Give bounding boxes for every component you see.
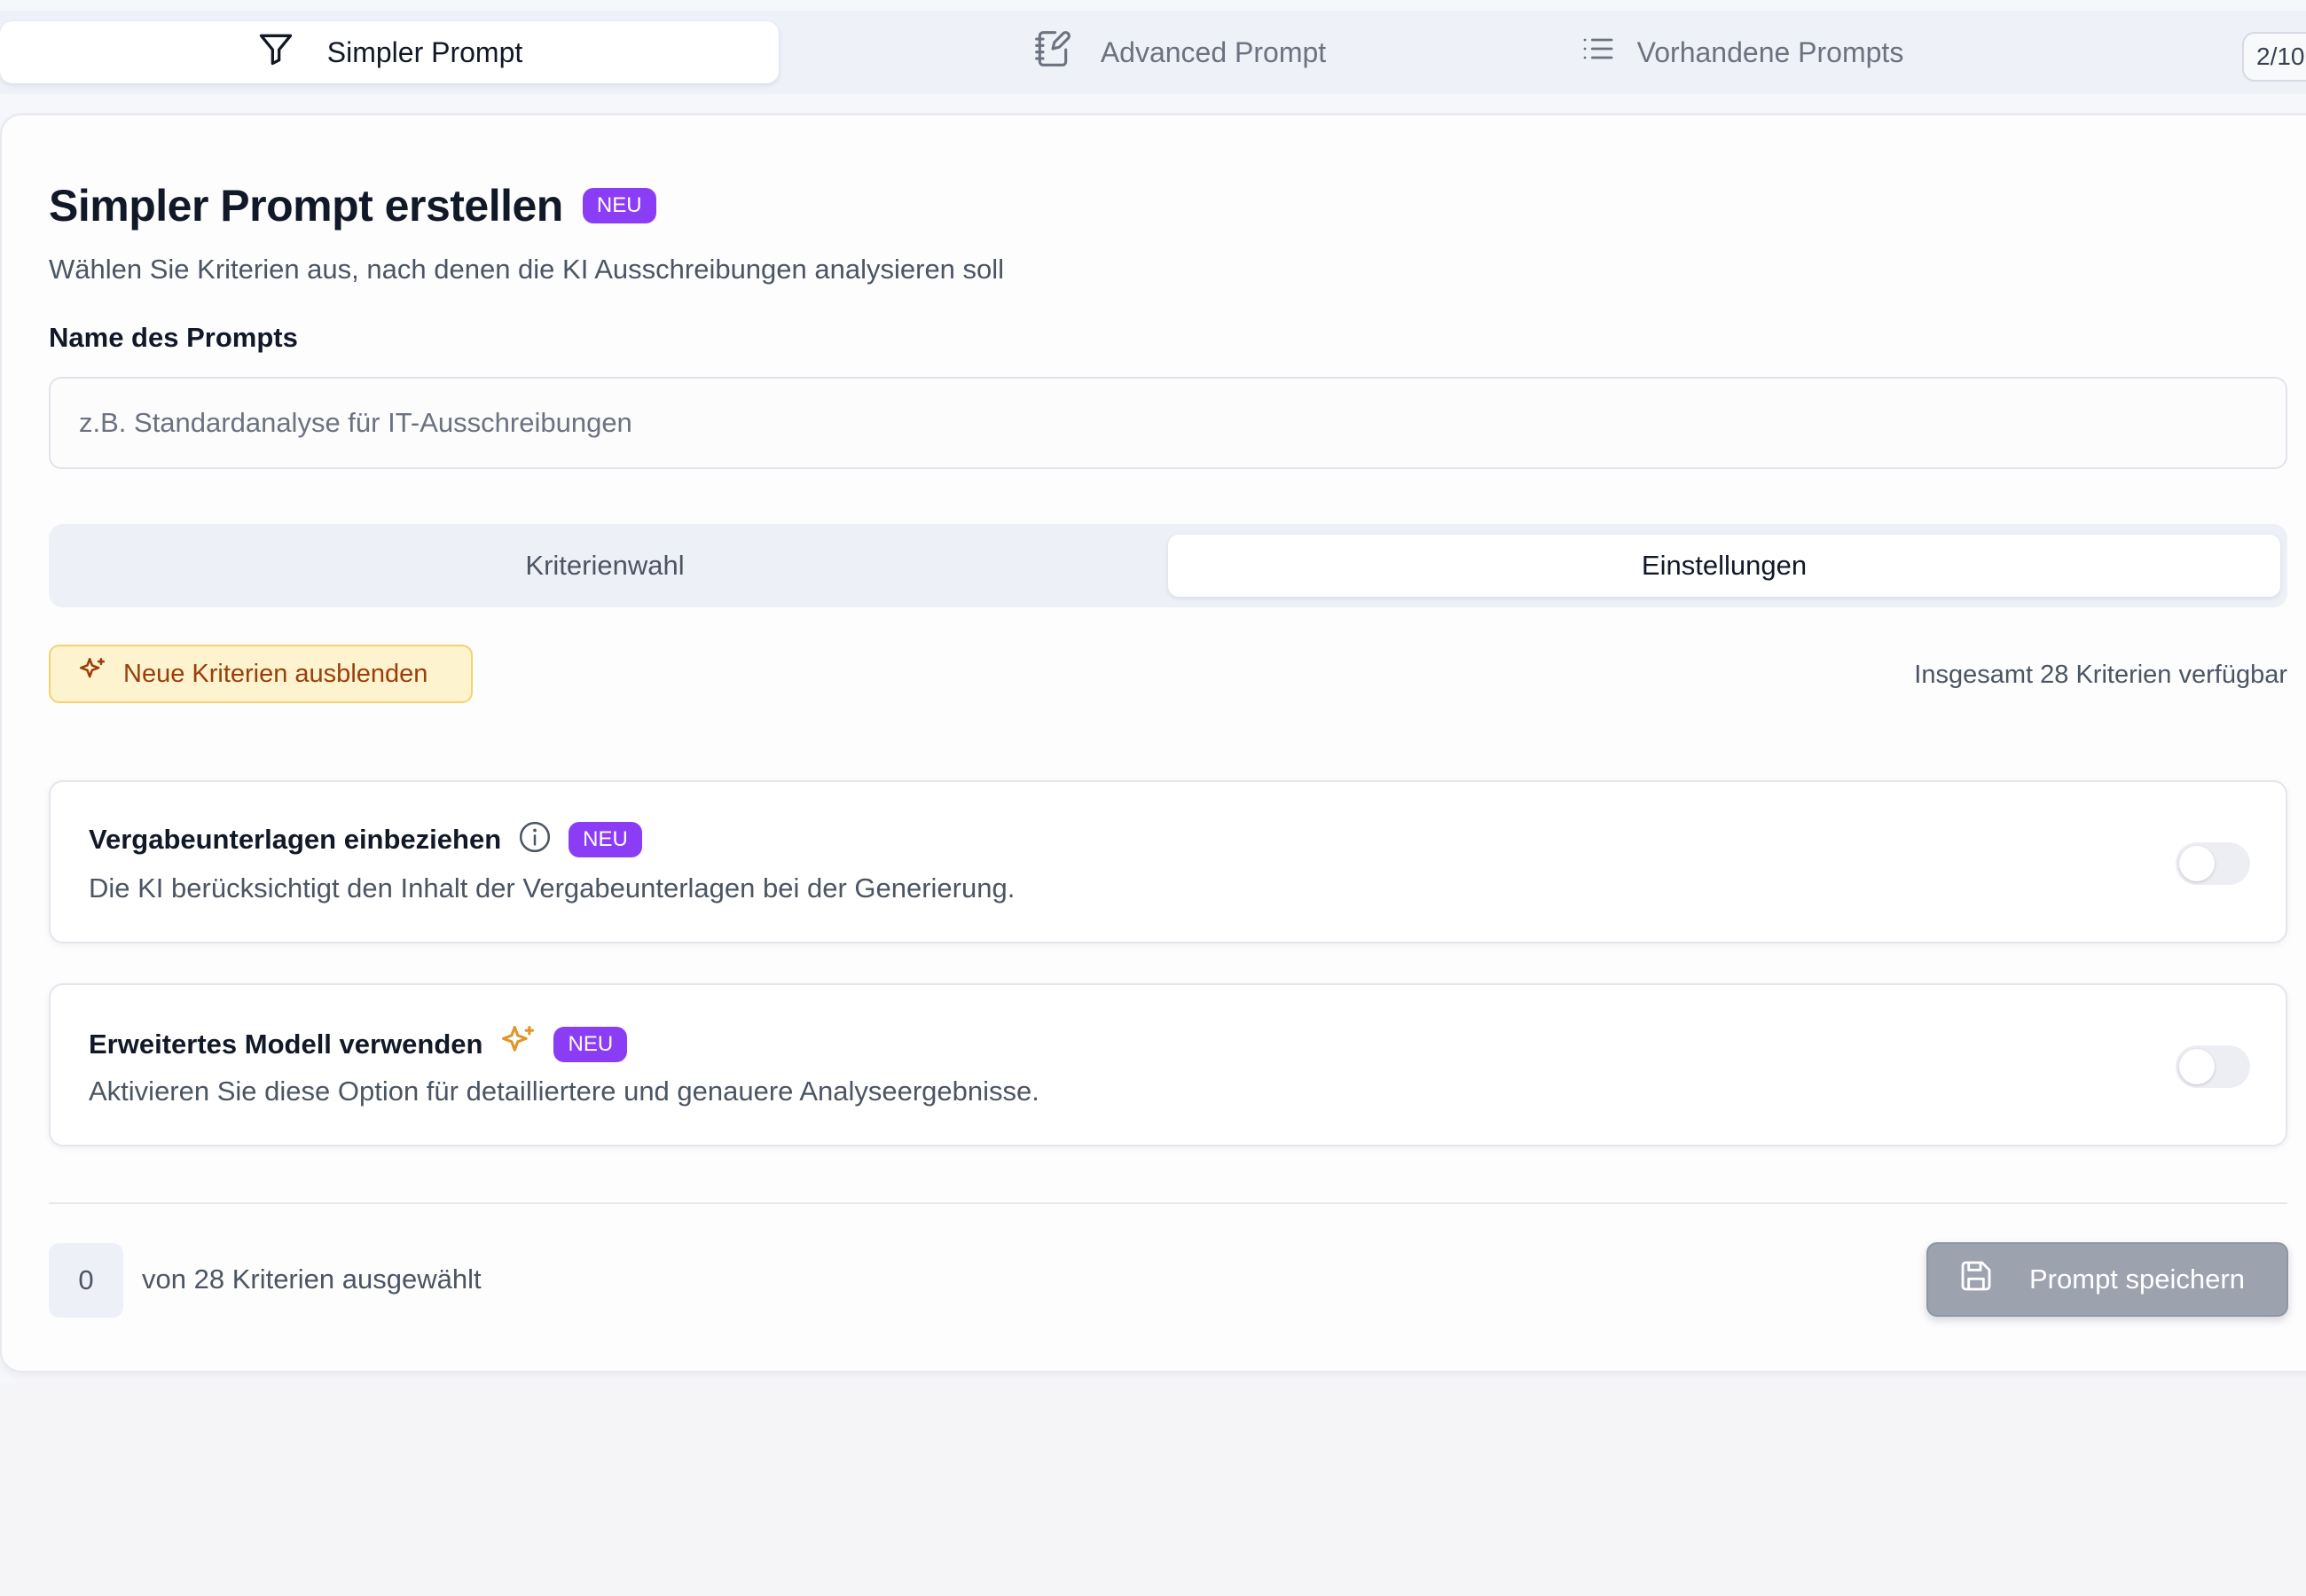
vergabeunterlagen-toggle[interactable]: [2176, 842, 2250, 885]
sparkles-icon: [77, 655, 107, 692]
filter-icon: [256, 29, 295, 75]
top-tab-bar: Simpler Prompt Advanced Prompt Vorhanden…: [0, 11, 2306, 94]
option-title: Vergabeunterlagen einbeziehen: [89, 823, 502, 855]
selected-count-text: von 28 Kriterien ausgewählt: [142, 1264, 482, 1295]
list-icon: [1580, 31, 1616, 74]
tab-vorhandene-prompts[interactable]: Vorhandene Prompts: [1577, 21, 1907, 83]
erweitertes-modell-toggle[interactable]: [2176, 1045, 2250, 1088]
option-title: Erweitertes Modell verwenden: [89, 1028, 483, 1060]
tab-advanced-prompt[interactable]: Advanced Prompt: [1016, 21, 1344, 83]
new-badge: NEU: [569, 821, 642, 857]
notebook-pen-icon: [1033, 29, 1072, 75]
prompt-count-badge: 2/10: [2242, 32, 2306, 82]
option-description: Die KI berücksichtigt den Inhalt der Ver…: [89, 872, 1016, 904]
settings-segmented-control: Kriterienwahl Einstellungen: [49, 524, 2287, 607]
option-erweitertes-modell: Erweitertes Modell verwenden NEU Aktivie…: [49, 983, 2287, 1146]
page-subtitle: Wählen Sie Kriterien aus, nach denen die…: [49, 254, 1005, 285]
info-icon[interactable]: [517, 819, 553, 859]
option-vergabeunterlagen: Vergabeunterlagen einbeziehen NEU Die KI…: [49, 780, 2287, 943]
page-header: Simpler Prompt erstellen NEU: [49, 180, 656, 231]
save-prompt-button[interactable]: Prompt speichern: [1926, 1242, 2288, 1317]
create-prompt-card: [0, 113, 2306, 1373]
prompt-name-label: Name des Prompts: [49, 322, 298, 353]
tab-simpler-prompt[interactable]: Simpler Prompt: [0, 21, 779, 83]
prompt-name-input[interactable]: [49, 377, 2287, 469]
selected-count: 0: [49, 1243, 123, 1318]
toggle-knob: [2179, 846, 2215, 881]
hide-new-criteria-button[interactable]: Neue Kriterien ausblenden: [49, 645, 473, 703]
tab-label: Simpler Prompt: [326, 35, 523, 68]
footer-divider: [49, 1202, 2287, 1204]
toggle-knob: [2179, 1049, 2215, 1084]
save-prompt-label: Prompt speichern: [2029, 1264, 2245, 1295]
tab-label: Vorhandene Prompts: [1636, 35, 1904, 68]
page-title: Simpler Prompt erstellen: [49, 181, 563, 231]
page-background-lower: [0, 1383, 2306, 1596]
sparkles-icon: [498, 1022, 537, 1066]
total-criteria-text: Insgesamt 28 Kriterien verfügbar: [1914, 661, 2287, 689]
tab-label: Advanced Prompt: [1100, 35, 1327, 68]
segment-kriterienwahl[interactable]: Kriterienwahl: [49, 535, 1161, 597]
save-icon: [1958, 1258, 1994, 1301]
segment-einstellungen[interactable]: Einstellungen: [1168, 535, 2280, 597]
new-badge: NEU: [553, 1026, 628, 1062]
new-badge: NEU: [582, 188, 656, 223]
option-description: Aktivieren Sie diese Option für detailli…: [89, 1076, 1039, 1107]
hide-new-criteria-label: Neue Kriterien ausblenden: [123, 659, 428, 688]
